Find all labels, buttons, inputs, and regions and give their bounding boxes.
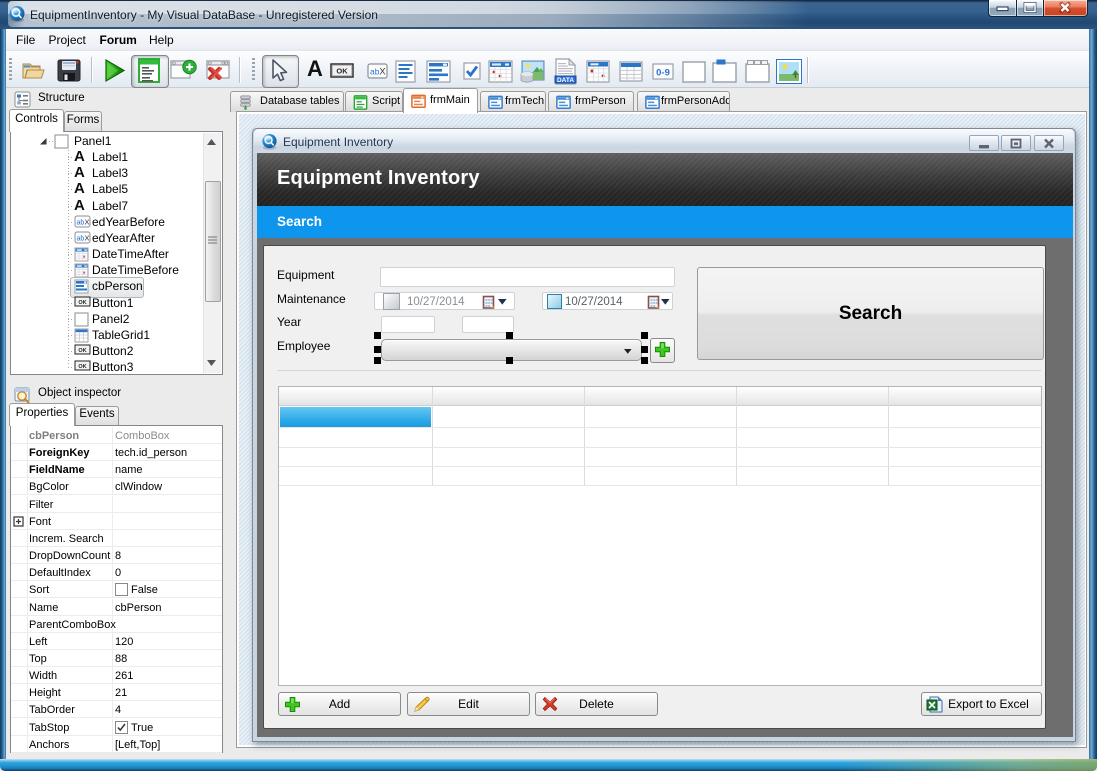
svg-text:DATA: DATA <box>557 77 574 84</box>
svg-text:OK: OK <box>78 364 86 370</box>
svg-text:X: X <box>380 67 386 77</box>
svg-text:OK: OK <box>78 300 86 306</box>
svg-text:OK: OK <box>78 348 86 354</box>
svg-text:OK: OK <box>336 67 348 76</box>
svg-text:ab: ab <box>77 236 85 243</box>
svg-text:ab: ab <box>77 220 85 227</box>
svg-text:X: X <box>85 218 90 227</box>
svg-text:ab: ab <box>370 67 380 77</box>
svg-text:0-9: 0-9 <box>656 68 670 79</box>
svg-text:X: X <box>85 234 90 243</box>
